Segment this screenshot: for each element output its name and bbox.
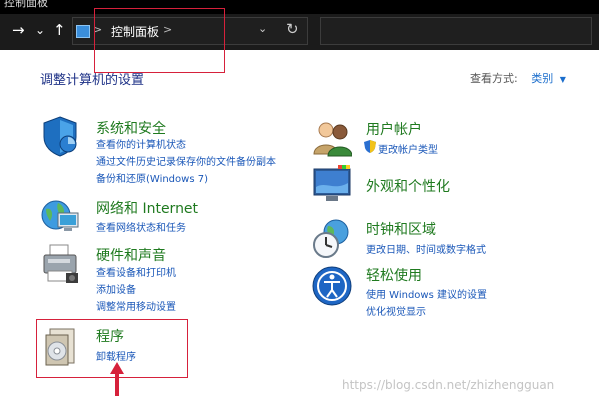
- category-title-system-security[interactable]: 系统和安全: [96, 118, 166, 138]
- link-devices-printers[interactable]: 查看设备和打印机: [96, 264, 176, 279]
- category-title-ease-of-access[interactable]: 轻松使用: [366, 265, 422, 285]
- link-windows-suggested-settings[interactable]: 使用 Windows 建议的设置: [366, 286, 487, 301]
- monitor-icon: [313, 165, 351, 201]
- view-by-dropdown[interactable]: 类别: [531, 72, 553, 85]
- network-globe-icon: [41, 200, 79, 231]
- link-backup-restore[interactable]: 备份和还原(Windows 7): [96, 170, 208, 185]
- back-arrow-icon[interactable]: →: [12, 20, 25, 40]
- uac-shield-icon: [364, 138, 376, 153]
- category-title-appearance[interactable]: 外观和个性化: [366, 176, 450, 196]
- refresh-icon[interactable]: ↻: [286, 20, 299, 38]
- recent-locations-chevron-icon[interactable]: ⌄: [35, 20, 45, 40]
- navigation-toolbar: → ⌄ ↑ > 控制面板 > ⌄ ↻: [0, 14, 599, 50]
- link-change-account-type[interactable]: 更改帐户类型: [378, 141, 438, 156]
- link-optimize-visual-display[interactable]: 优化视觉显示: [366, 303, 426, 318]
- view-by-label: 查看方式:: [470, 72, 518, 85]
- view-by: 查看方式: 类别 ▼: [470, 70, 566, 86]
- category-title-network-internet[interactable]: 网络和 Internet: [96, 198, 198, 218]
- annotation-box-address: [94, 8, 225, 73]
- link-mobility-settings[interactable]: 调整常用移动设置: [96, 298, 176, 313]
- search-input[interactable]: [320, 17, 592, 45]
- chevron-down-icon[interactable]: ▼: [560, 75, 566, 84]
- users-icon: [313, 122, 352, 157]
- link-view-computer-status[interactable]: 查看你的计算机状态: [96, 136, 186, 151]
- link-view-network-status[interactable]: 查看网络状态和任务: [96, 219, 186, 234]
- category-title-hardware-sound[interactable]: 硬件和声音: [96, 245, 166, 265]
- accessibility-icon: [312, 266, 352, 306]
- link-add-device[interactable]: 添加设备: [96, 281, 136, 296]
- control-panel-icon: [76, 25, 90, 38]
- up-arrow-icon[interactable]: ↑: [53, 20, 66, 40]
- annotation-arrow-icon: [110, 362, 124, 396]
- shield-icon: [43, 116, 77, 157]
- title-bar: 控制面板: [0, 0, 599, 14]
- clock-globe-icon: [313, 219, 349, 258]
- printer-icon: [43, 244, 78, 283]
- address-dropdown-chevron-icon[interactable]: ⌄: [258, 22, 267, 35]
- link-file-history-backup[interactable]: 通过文件历史记录保存你的文件备份副本: [96, 153, 276, 168]
- category-title-user-accounts[interactable]: 用户帐户: [366, 119, 422, 139]
- category-title-clock-region[interactable]: 时钟和区域: [366, 219, 436, 239]
- watermark: https://blog.csdn.net/zhizhengguan: [342, 378, 555, 392]
- window-title: 控制面板: [4, 0, 48, 9]
- link-change-date-time-format[interactable]: 更改日期、时间或数字格式: [366, 241, 486, 256]
